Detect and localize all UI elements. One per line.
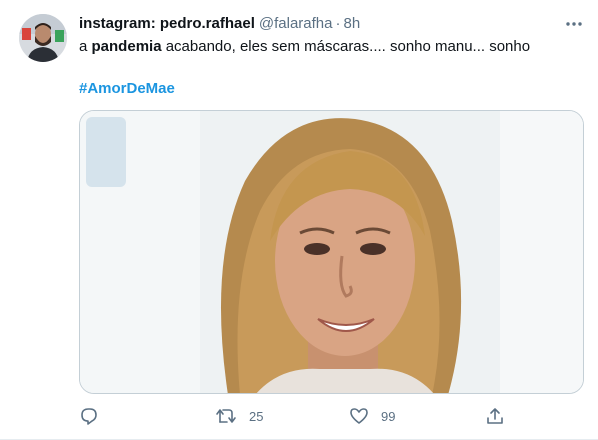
share-action[interactable] <box>485 404 505 428</box>
timestamp[interactable]: 8h <box>344 15 361 32</box>
retweet-action[interactable]: 25 <box>215 404 263 428</box>
share-icon[interactable] <box>485 406 505 426</box>
heart-icon[interactable] <box>349 406 369 426</box>
like-count: 99 <box>381 408 396 424</box>
tweet-text-end: acabando, eles sem máscaras.... sonho ma… <box>161 38 531 55</box>
tweet[interactable]: instagram: pedro.rafhael @falarafha · 8h a … <box>0 0 598 440</box>
reply-action[interactable] <box>79 404 111 428</box>
tweet-text-bold: pandemia <box>91 38 162 55</box>
avatar[interactable] <box>19 14 67 62</box>
hashtag-link[interactable]: #AmorDeMae <box>79 79 175 99</box>
more-options-icon[interactable] <box>564 14 584 34</box>
tweet-text: a pandemia acabando, eles sem máscaras..… <box>79 37 530 57</box>
separator-dot: · <box>335 15 341 32</box>
retweet-icon[interactable] <box>215 406 237 426</box>
reply-icon[interactable] <box>79 406 99 426</box>
like-action[interactable]: 99 <box>349 404 395 428</box>
display-name[interactable]: instagram: pedro.rafhael <box>79 15 255 32</box>
user-handle[interactable]: @falarafha <box>259 15 333 32</box>
retweet-count: 25 <box>249 408 264 424</box>
tweet-actions: 25 99 <box>79 404 509 428</box>
avatar-image <box>19 14 67 62</box>
tweet-text-start: a <box>79 38 92 55</box>
tweet-header: instagram: pedro.rafhael @falarafha · 8h <box>79 14 360 34</box>
tweet-photo[interactable] <box>79 110 584 394</box>
photo-image <box>80 111 583 393</box>
